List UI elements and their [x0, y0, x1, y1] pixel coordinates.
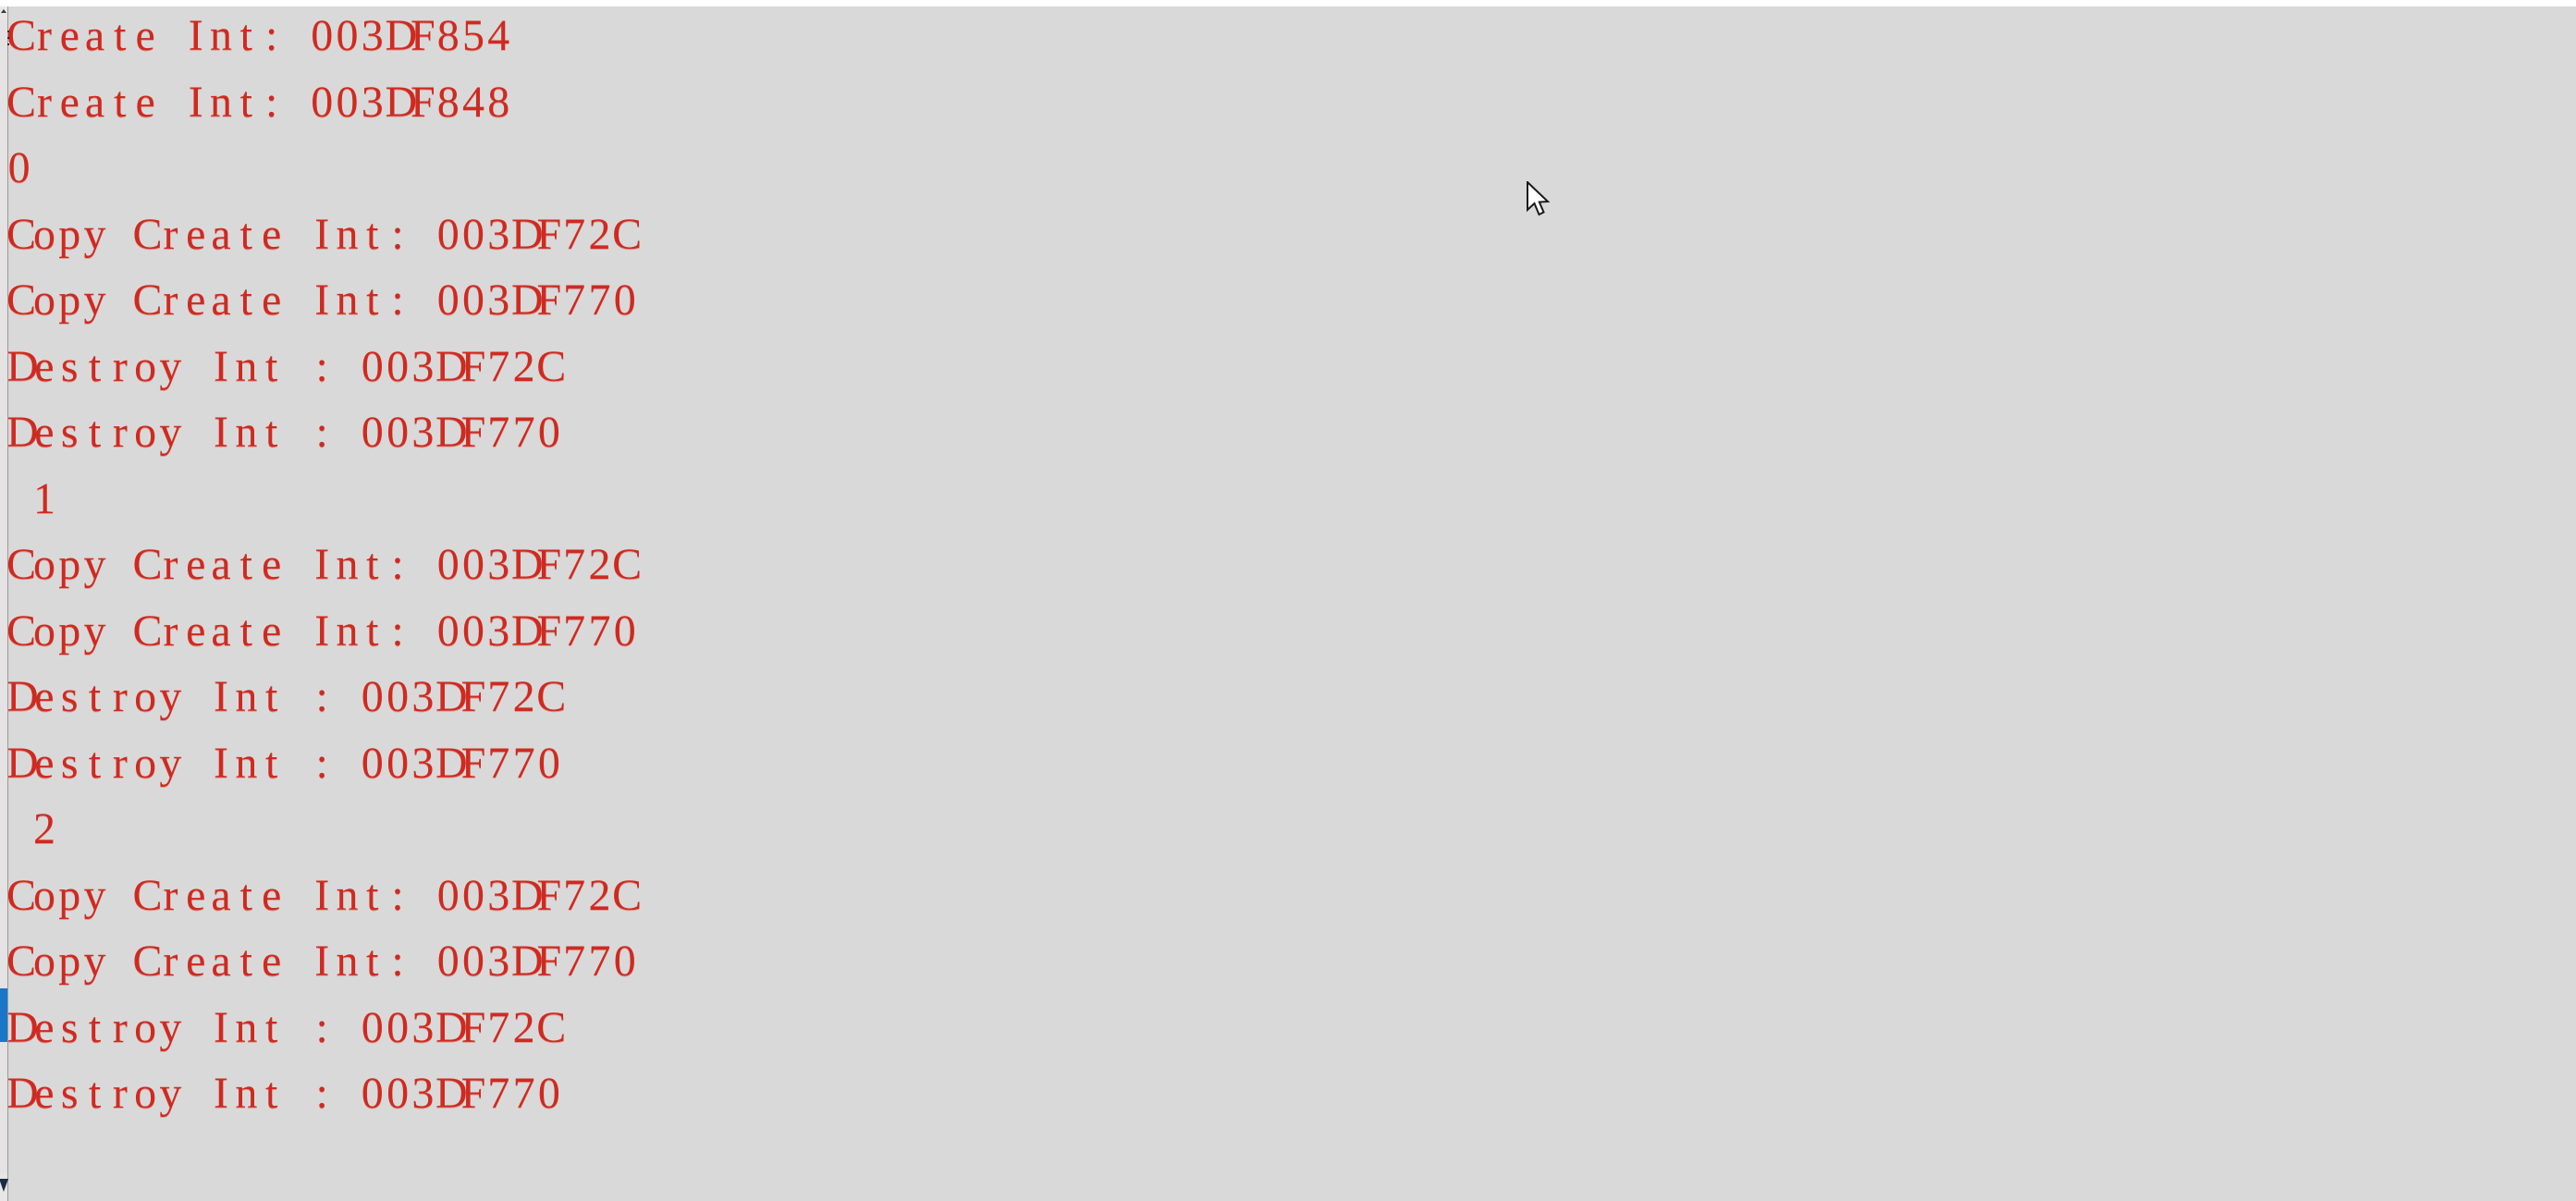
console-line: Copy Cr e a t e Int: 003DF72C	[6, 870, 643, 920]
window-top-edge	[0, 0, 2576, 6]
chevron-down-icon	[0, 1179, 8, 1192]
console-line: De s t r oy Int : 003DF72C	[6, 672, 567, 721]
console-line: De s t r oy Int : 003DF770	[6, 408, 560, 457]
console-line: De s t r oy Int : 003DF770	[6, 1069, 560, 1118]
console-line: De s t r oy Int : 003DF72C	[6, 1002, 567, 1052]
scrollbar-track[interactable]	[0, 19, 7, 1173]
console-line: Cr e a t e Int: 003DF848	[6, 77, 510, 127]
console-text-surface[interactable]: Cr e a t e Int: 003DF854 Cr e a t e Int: 003DF848…	[6, 6, 2576, 1201]
console-line: De s t r oy Int : 003DF72C	[6, 341, 567, 391]
console-line: 1	[32, 473, 55, 523]
scrollbar-up-button[interactable]	[0, 6, 7, 19]
console-line: 2	[32, 804, 55, 853]
console-line: Cr e a t e Int: 003DF854	[6, 11, 510, 60]
console-line: Copy Cr e a t e Int: 003DF770	[6, 937, 636, 986]
console-line: De s t r oy Int : 003DF770	[6, 738, 560, 788]
chevron-up-icon	[1, 9, 6, 13]
console-output-text: Cr e a t e Int: 003DF854 Cr e a t e Int: 003DF848…	[6, 6, 2568, 1127]
scrollbar-down-button[interactable]	[0, 1173, 8, 1201]
console-line: Copy Cr e a t e Int: 003DF770	[6, 606, 636, 656]
console-line: Copy Cr e a t e Int: 003DF72C	[6, 540, 643, 589]
console-window: Cr e a t e Int: 003DF854 Cr e a t e Int: 003DF848…	[0, 0, 2576, 1201]
console-line: 0	[7, 143, 31, 192]
console-line: Copy Cr e a t e Int: 003DF72C	[6, 209, 643, 259]
console-line: Copy Cr e a t e Int: 003DF770	[6, 276, 636, 325]
vertical-scrollbar[interactable]	[0, 6, 9, 1201]
scrollbar-thumb[interactable]	[0, 988, 7, 1042]
